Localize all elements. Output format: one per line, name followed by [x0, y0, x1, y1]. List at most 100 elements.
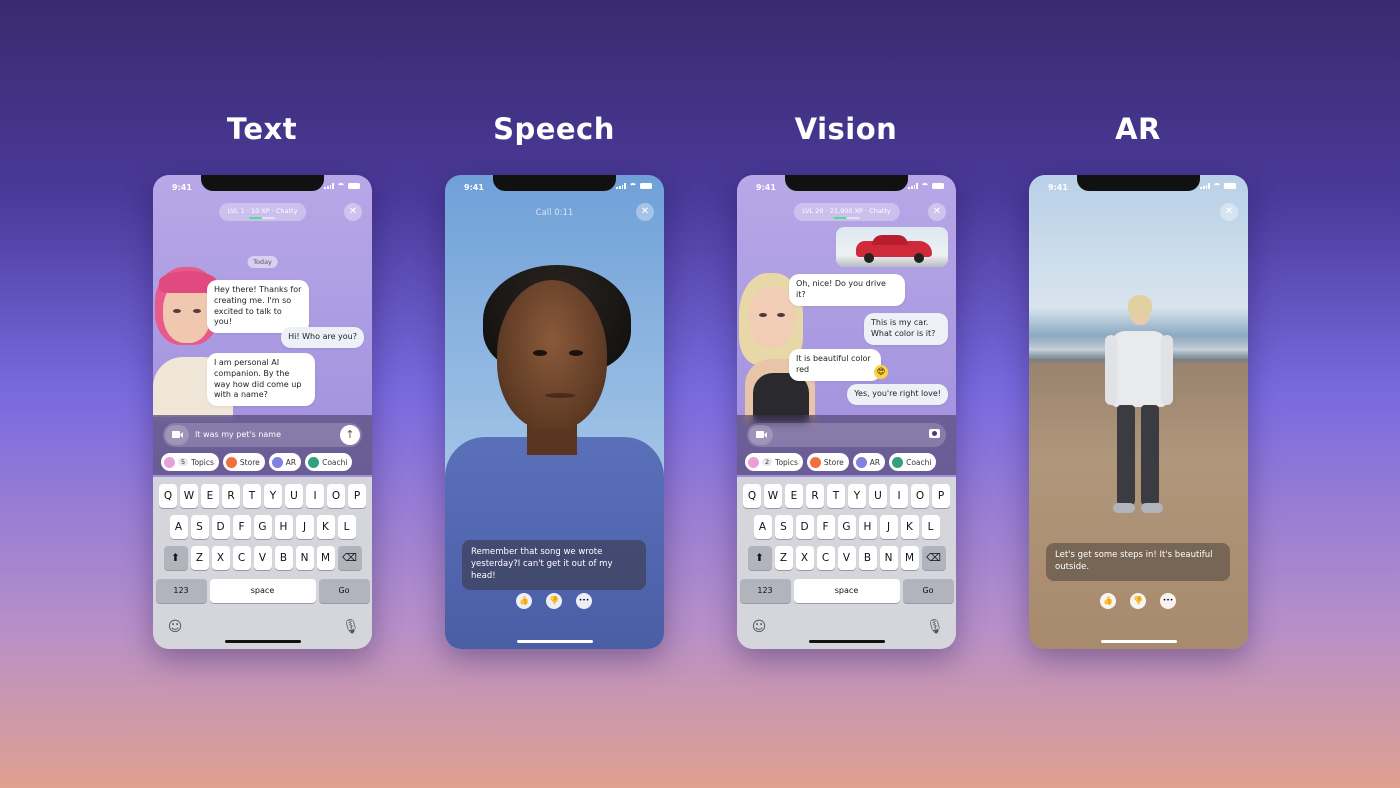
key[interactable]: E	[201, 484, 219, 508]
phone-notch	[493, 175, 616, 191]
key[interactable]: O	[327, 484, 345, 508]
key[interactable]: M	[900, 546, 919, 570]
chip-coaching[interactable]: Coachi	[889, 453, 937, 471]
close-button[interactable]: ✕	[928, 203, 946, 221]
chip-ar[interactable]: AR	[268, 453, 302, 471]
thumbs-down-icon[interactable]: 👎	[546, 593, 562, 609]
shift-key[interactable]: ⬆	[747, 546, 772, 570]
backspace-key[interactable]: ⌫	[921, 546, 946, 570]
more-icon[interactable]: •••	[576, 593, 592, 609]
key[interactable]: D	[795, 515, 814, 539]
key[interactable]: J	[879, 515, 898, 539]
close-button[interactable]: ✕	[1220, 203, 1238, 221]
emoji-icon[interactable]: ☺	[167, 619, 183, 635]
wifi-icon	[1213, 183, 1221, 189]
key[interactable]: A	[169, 515, 188, 539]
chip-ar[interactable]: AR	[852, 453, 886, 471]
key[interactable]: J	[295, 515, 314, 539]
key[interactable]: D	[211, 515, 230, 539]
key[interactable]: G	[837, 515, 856, 539]
topics-icon	[164, 456, 175, 468]
key[interactable]: B	[274, 546, 293, 570]
quick-chips: 2 Topics Store AR Coachi	[745, 453, 937, 471]
numbers-key[interactable]: 123	[739, 579, 791, 603]
key[interactable]: B	[858, 546, 877, 570]
key[interactable]: I	[306, 484, 324, 508]
key[interactable]: C	[816, 546, 835, 570]
camera-icon[interactable]	[929, 429, 940, 438]
key[interactable]: P	[348, 484, 366, 508]
microphone-icon[interactable]: 🎙	[926, 619, 944, 635]
key[interactable]: A	[753, 515, 772, 539]
key[interactable]: Y	[264, 484, 282, 508]
chip-label: Coachi	[906, 457, 932, 467]
key[interactable]: Q	[159, 484, 177, 508]
space-key[interactable]: space	[209, 579, 316, 603]
key[interactable]: F	[816, 515, 835, 539]
key[interactable]: Z	[774, 546, 793, 570]
shift-key[interactable]: ⬆	[163, 546, 188, 570]
numbers-key[interactable]: 123	[155, 579, 207, 603]
more-icon[interactable]: •••	[1160, 593, 1176, 609]
close-button[interactable]: ✕	[344, 203, 362, 221]
key[interactable]: L	[921, 515, 940, 539]
key[interactable]: H	[858, 515, 877, 539]
signal-icon	[1200, 183, 1210, 189]
key[interactable]: W	[764, 484, 782, 508]
space-key[interactable]: space	[793, 579, 900, 603]
key[interactable]: R	[222, 484, 240, 508]
status-time: 9:41	[1048, 183, 1068, 192]
key[interactable]: V	[837, 546, 856, 570]
key[interactable]: O	[911, 484, 929, 508]
go-key[interactable]: Go	[902, 579, 954, 603]
key[interactable]: V	[253, 546, 272, 570]
key[interactable]: C	[232, 546, 251, 570]
go-key[interactable]: Go	[318, 579, 370, 603]
microphone-icon[interactable]: 🎙	[342, 619, 360, 635]
key[interactable]: L	[337, 515, 356, 539]
send-button[interactable]: ↑	[340, 425, 360, 445]
key[interactable]: N	[295, 546, 314, 570]
video-call-button[interactable]	[165, 425, 189, 445]
chip-topics[interactable]: 2 Topics	[745, 453, 803, 471]
level-badge: LVL 1 · 10 XP · Chatty	[218, 203, 307, 221]
key[interactable]: Z	[190, 546, 209, 570]
thumbs-down-icon[interactable]: 👎	[1130, 593, 1146, 609]
key[interactable]: Q	[743, 484, 761, 508]
key[interactable]: I	[890, 484, 908, 508]
key[interactable]: N	[879, 546, 898, 570]
chip-topics[interactable]: 5 Topics	[161, 453, 219, 471]
key[interactable]: G	[253, 515, 272, 539]
key[interactable]: S	[190, 515, 209, 539]
reaction-bar: 👍 👎 •••	[516, 593, 592, 609]
phone-notch	[1077, 175, 1200, 191]
key[interactable]: U	[285, 484, 303, 508]
emoji-icon[interactable]: ☺	[751, 619, 767, 635]
key[interactable]: H	[274, 515, 293, 539]
key[interactable]: M	[316, 546, 335, 570]
key[interactable]: U	[869, 484, 887, 508]
chip-store[interactable]: Store	[222, 453, 265, 471]
key[interactable]: S	[774, 515, 793, 539]
key[interactable]: T	[243, 484, 261, 508]
key[interactable]: F	[232, 515, 251, 539]
key[interactable]: K	[316, 515, 335, 539]
key[interactable]: P	[932, 484, 950, 508]
key[interactable]: K	[900, 515, 919, 539]
key[interactable]: X	[211, 546, 230, 570]
chip-coaching[interactable]: Coachi	[305, 453, 353, 471]
key[interactable]: E	[785, 484, 803, 508]
thumbs-up-icon[interactable]: 👍	[1100, 593, 1116, 609]
video-call-button[interactable]	[749, 425, 773, 445]
chip-store[interactable]: Store	[806, 453, 849, 471]
key[interactable]: T	[827, 484, 845, 508]
backspace-key[interactable]: ⌫	[337, 546, 362, 570]
message-input[interactable]: It was my pet's name	[195, 430, 281, 439]
key[interactable]: W	[180, 484, 198, 508]
key[interactable]: Y	[848, 484, 866, 508]
thumbs-up-icon[interactable]: 👍	[516, 593, 532, 609]
key[interactable]: R	[806, 484, 824, 508]
key[interactable]: X	[795, 546, 814, 570]
close-button[interactable]: ✕	[636, 203, 654, 221]
shared-car-photo[interactable]	[836, 227, 948, 267]
